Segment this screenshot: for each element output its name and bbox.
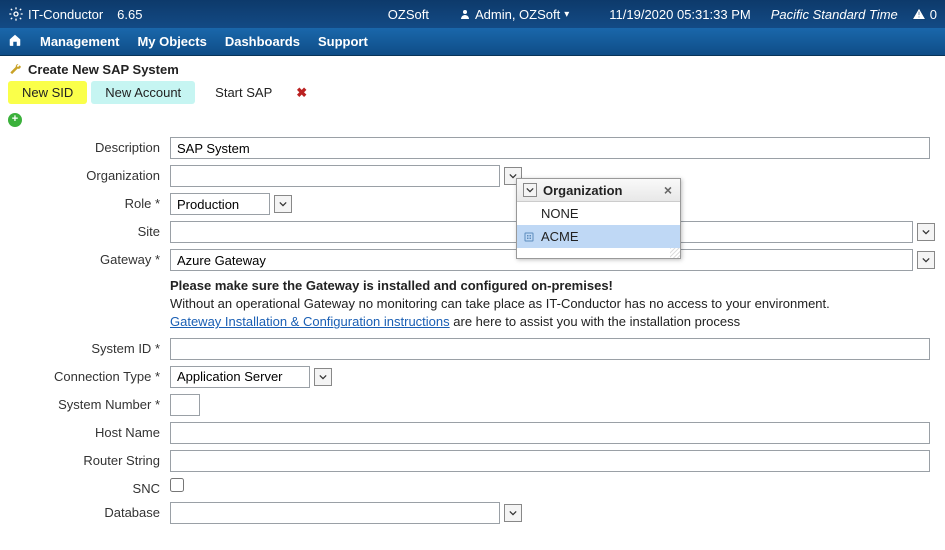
option-label: ACME [541, 229, 579, 244]
chevron-down-icon [509, 509, 517, 517]
form: Description Organization Role Site Gatew… [0, 137, 945, 550]
server-datetime: 11/19/2020 05:31:33 PM [609, 7, 750, 22]
toolbar-row: + [0, 110, 945, 137]
top-bar: IT-Conductor 6.65 OZSoft Admin, OZSoft ▾… [0, 0, 945, 28]
system-id-input[interactable] [170, 338, 930, 360]
organization-popup-title: Organization [543, 183, 622, 198]
gateway-instructions-link[interactable]: Gateway Installation & Configuration ins… [170, 314, 450, 329]
menu-management[interactable]: Management [40, 34, 119, 49]
chevron-down-icon: ▾ [564, 9, 569, 20]
home-button[interactable] [8, 33, 22, 50]
app-version: 6.65 [117, 7, 142, 22]
popup-dropdown-icon [523, 183, 537, 197]
user-name: Admin, OZSoft [475, 7, 560, 22]
label-snc: SNC [10, 478, 170, 496]
role-input[interactable] [170, 193, 270, 215]
wizard-step-start-sap[interactable]: Start SAP [201, 81, 286, 104]
gateway-note: Please make sure the Gateway is installe… [170, 277, 830, 332]
user-menu[interactable]: Admin, OZSoft ▾ [459, 7, 569, 22]
role-dropdown-button[interactable] [274, 195, 292, 213]
snc-checkbox[interactable] [170, 478, 184, 492]
page-header: Create New SAP System [0, 56, 945, 81]
chevron-down-icon [279, 200, 287, 208]
label-role: Role [10, 193, 170, 211]
timezone: Pacific Standard Time [771, 7, 898, 22]
menu-dashboards[interactable]: Dashboards [225, 34, 300, 49]
page-title: Create New SAP System [28, 62, 179, 77]
app-logo: IT-Conductor [8, 6, 103, 22]
alert-count: 0 [930, 7, 937, 22]
connection-type-dropdown-button[interactable] [314, 368, 332, 386]
gateway-note-bold: Please make sure the Gateway is installe… [170, 278, 613, 293]
add-button[interactable]: + [8, 113, 22, 127]
warning-icon [912, 7, 926, 21]
organization-option-none[interactable]: NONE [517, 202, 680, 225]
label-system-id: System ID [10, 338, 170, 356]
label-description: Description [10, 137, 170, 155]
gateway-dropdown-button[interactable] [917, 251, 935, 269]
wizard-step-new-account[interactable]: New Account [91, 81, 195, 104]
wizard-step-new-sid[interactable]: New SID [8, 81, 87, 104]
description-input[interactable] [170, 137, 930, 159]
option-label: NONE [541, 206, 579, 221]
gateway-note-tail: are here to assist you with the installa… [450, 314, 740, 329]
organization-option-acme[interactable]: ACME [517, 225, 680, 248]
chevron-down-icon [319, 373, 327, 381]
chevron-down-icon [922, 256, 930, 264]
label-database: Database [10, 502, 170, 520]
system-number-input[interactable] [170, 394, 200, 416]
database-input[interactable] [170, 502, 500, 524]
wrench-icon [8, 63, 22, 77]
host-name-input[interactable] [170, 422, 930, 444]
label-connection-type: Connection Type [10, 366, 170, 384]
gear-icon [8, 6, 24, 22]
gateway-note-line2: Without an operational Gateway no monito… [170, 296, 830, 311]
menu-bar: Management My Objects Dashboards Support [0, 28, 945, 56]
label-gateway: Gateway [10, 249, 170, 267]
organization-input[interactable] [170, 165, 500, 187]
user-icon [459, 8, 471, 20]
app-name: IT-Conductor [28, 7, 103, 22]
label-system-number: System Number [10, 394, 170, 412]
chevron-down-icon [922, 228, 930, 236]
organization-popup-body: NONE ACME [517, 202, 680, 248]
database-dropdown-button[interactable] [504, 504, 522, 522]
label-router-string: Router String [10, 450, 170, 468]
router-string-input[interactable] [170, 450, 930, 472]
wizard-cancel-button[interactable]: ✖ [296, 85, 307, 101]
connection-type-input[interactable] [170, 366, 310, 388]
site-dropdown-button[interactable] [917, 223, 935, 241]
label-site: Site [10, 221, 170, 239]
label-organization: Organization [10, 165, 170, 183]
organization-popup-close[interactable]: × [662, 182, 674, 198]
home-icon [8, 33, 22, 47]
org-icon [523, 231, 535, 243]
tenant-name[interactable]: OZSoft [388, 7, 429, 22]
popup-resize-handle[interactable] [517, 248, 680, 258]
menu-support[interactable]: Support [318, 34, 368, 49]
menu-my-objects[interactable]: My Objects [137, 34, 206, 49]
label-host-name: Host Name [10, 422, 170, 440]
wizard-steps: New SID New Account Start SAP ✖ [0, 81, 945, 110]
organization-popup-header: Organization × [517, 179, 680, 202]
organization-popup: Organization × NONE ACME [516, 178, 681, 259]
alerts-indicator[interactable]: 0 [912, 7, 937, 22]
chevron-down-icon [526, 186, 534, 194]
